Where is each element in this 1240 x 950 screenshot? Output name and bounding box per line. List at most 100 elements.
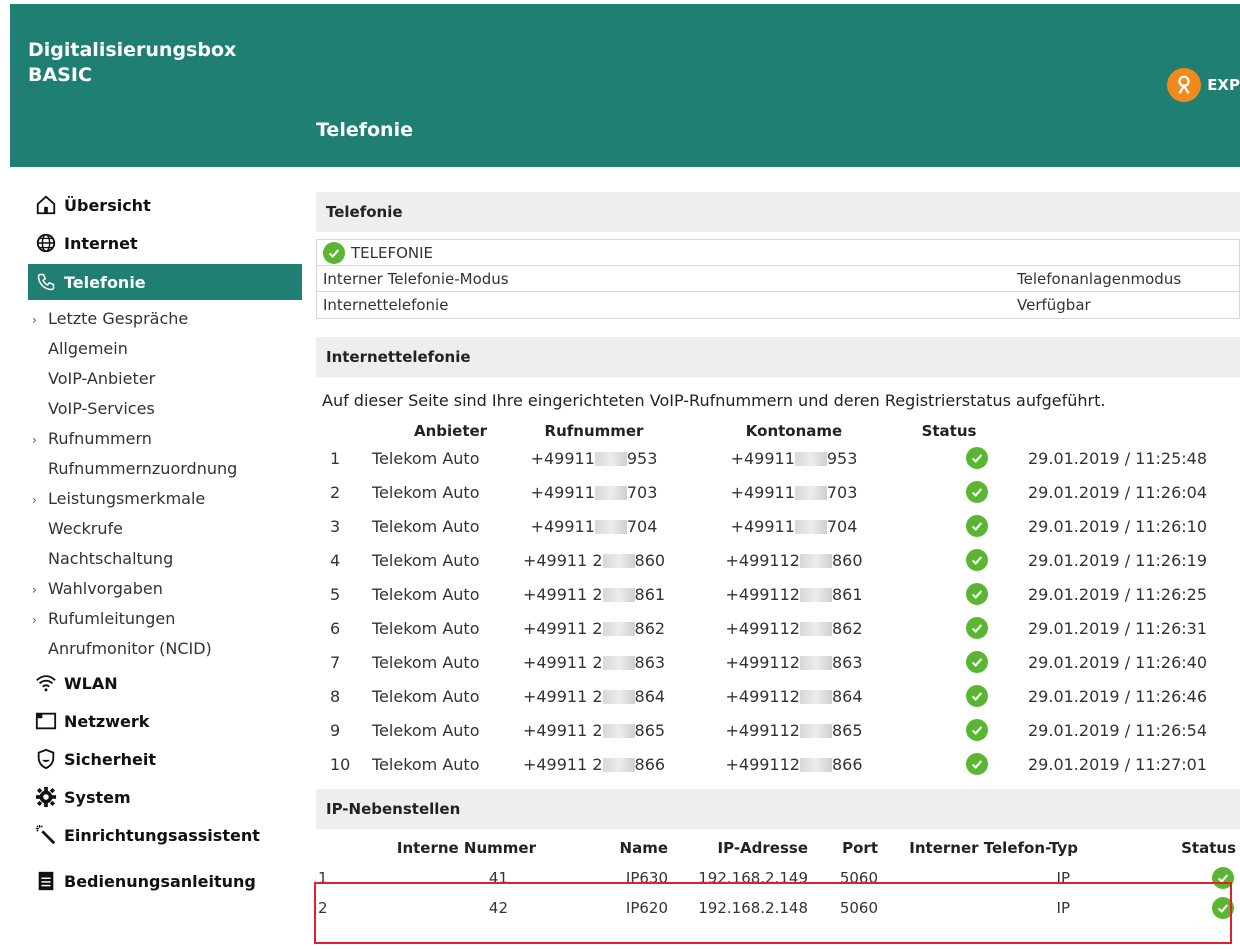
sidebar-subitem-rufumleitungen[interactable]: › Rufumleitungen [28,604,302,634]
cell-registered-time: 29.01.2019 / 11:27:01 [1028,754,1208,774]
cell-anbieter: Telekom Auto [372,448,480,468]
number-prefix: +49911 [530,516,595,536]
number-suffix: 861 [634,584,666,604]
sidebar-item-system[interactable]: System [28,778,302,816]
column-header-anbieter: Anbieter [414,422,488,440]
cell-registered-time: 29.01.2019 / 11:26:19 [1028,550,1208,570]
row-value: Verfügbar [1017,296,1091,314]
sidebar-subitem-wahlvorgaben[interactable]: › Wahlvorgaben [28,574,302,604]
row-index: 5 [330,584,341,604]
sidebar-item-internet[interactable]: Internet [28,224,302,262]
account-prefix: +499112 [725,686,800,706]
expert-mode-button[interactable]: EXP [1167,68,1240,102]
sidebar-item-telefonie[interactable]: Telefonie [28,264,302,300]
sidebar-subitem-voip-services[interactable]: VoIP-Services [28,394,302,424]
sidebar-subitem-label: Wahlvorgaben [48,579,163,598]
redacted-mask [602,724,635,738]
cell-registered-time: 29.01.2019 / 11:26:40 [1028,652,1208,672]
cell-registered-time: 29.01.2019 / 11:26:54 [1028,720,1208,740]
row-index: 8 [330,686,341,706]
cell-rufnummer: +49911 2 865 [494,713,694,747]
sidebar-subitem-label: Rufnummern [48,429,152,448]
table-row: 7 Telekom Auto +49911 2 863 +499112 863 29.01.… [316,645,1240,679]
row-index: 4 [330,550,341,570]
section-heading-internettelefonie: Internettelefonie [316,337,1240,377]
redacted-mask [799,554,832,568]
cell-kontoname: +499112 866 [694,747,894,781]
cell-kontoname: +499112 861 [694,577,894,611]
number-prefix: +49911 2 [522,618,603,638]
check-icon [966,515,988,537]
number-prefix: +49911 [530,448,595,468]
sidebar-subitem-rufnummernzuordnung[interactable]: Rufnummernzuordnung [28,454,302,484]
highlight-box [314,882,1232,944]
check-icon [966,651,988,673]
sidebar-item-label: Einrichtungsassistent [64,825,260,845]
sidebar-subitem-weckrufe[interactable]: Weckrufe [28,514,302,544]
number-suffix: 704 [626,516,658,536]
check-icon [966,719,988,741]
table-row: 5 Telekom Auto +49911 2 861 +499112 861 29.01.… [316,577,1240,611]
row-index: 2 [330,482,341,502]
cell-kontoname: +499112 860 [694,543,894,577]
number-prefix: +49911 [530,482,595,502]
phone-icon [34,270,58,294]
number-suffix: 953 [626,448,658,468]
cell-status [894,441,1004,475]
column-header-telefon-typ: Interner Telefon-Typ [909,839,1078,857]
cell-anbieter: Telekom Auto [372,584,480,604]
account-suffix: 703 [826,482,858,502]
table-row: 6 Telekom Auto +49911 2 862 +499112 862 29.01.… [316,611,1240,645]
cell-kontoname: +49911 953 [694,441,894,475]
account-suffix: 953 [826,448,858,468]
column-header-name: Name [619,839,668,857]
account-prefix: +499112 [725,720,800,740]
row-index: 6 [330,618,341,638]
redacted-mask [799,656,832,670]
sidebar-item-wlan[interactable]: WLAN [28,664,302,702]
column-header-interne-nummer: Interne Nummer [396,839,536,857]
globe-icon [34,231,58,255]
cell-anbieter: Telekom Auto [372,482,480,502]
internettelefonie-row: Internettelefonie Verfügbar [317,292,1239,318]
redacted-mask [794,520,827,534]
row-label: Interner Telefonie-Modus [323,269,509,288]
sidebar-item-uebersicht[interactable]: Übersicht [28,186,302,224]
sidebar-item-einrichtungsassistent[interactable]: Einrichtungsassistent [28,816,302,854]
number-prefix: +49911 2 [522,550,603,570]
redacted-mask [602,554,635,568]
sidebar-subitem-label: Letzte Gespräche [48,309,189,328]
cell-anbieter: Telekom Auto [372,686,480,706]
gear-icon [34,785,58,809]
sidebar-item-label: Sicherheit [64,749,156,769]
check-icon [966,583,988,605]
sidebar-subitem-rufnummern[interactable]: › Rufnummern [28,424,302,454]
cell-rufnummer: +49911 2 861 [494,577,694,611]
sidebar-item-netzwerk[interactable]: Netzwerk [28,702,302,740]
sidebar-subitem-nachtschaltung[interactable]: Nachtschaltung [28,544,302,574]
telefonie-status-label: TELEFONIE [351,243,434,262]
redacted-mask [794,486,827,500]
sidebar-item-bedienungsanleitung[interactable]: Bedienungsanleitung [28,862,302,900]
sidebar-subitem-allgemein[interactable]: Allgemein [28,334,302,364]
redacted-mask [799,622,832,636]
sidebar-subitem-voip-anbieter[interactable]: VoIP-Anbieter [28,364,302,394]
telefonie-status-row: TELEFONIE [317,240,1239,266]
cell-rufnummer: +49911 2 863 [494,645,694,679]
sidebar-subitem-leistungsmerkmale[interactable]: › Leistungsmerkmale [28,484,302,514]
number-prefix: +49911 2 [522,720,603,740]
redacted-mask [602,656,635,670]
row-value: Telefonanlagenmodus [1017,269,1182,288]
cell-anbieter: Telekom Auto [372,652,480,672]
sidebar-subitem-anrufmonitor[interactable]: Anrufmonitor (NCID) [28,634,302,664]
app-header: Digitalisierungsbox BASIC Telefonie EXP [10,4,1240,167]
brand-title[interactable]: Digitalisierungsbox BASIC [28,38,236,88]
check-icon [966,549,988,571]
cell-anbieter: Telekom Auto [372,754,480,774]
cell-status [894,747,1004,781]
cell-status [894,475,1004,509]
table-row: 8 Telekom Auto +49911 2 864 +499112 864 29.01.… [316,679,1240,713]
account-prefix: +499112 [725,584,800,604]
sidebar-item-sicherheit[interactable]: Sicherheit [28,740,302,778]
sidebar-subitem-letzte-gespraeche[interactable]: › Letzte Gespräche [28,304,302,334]
